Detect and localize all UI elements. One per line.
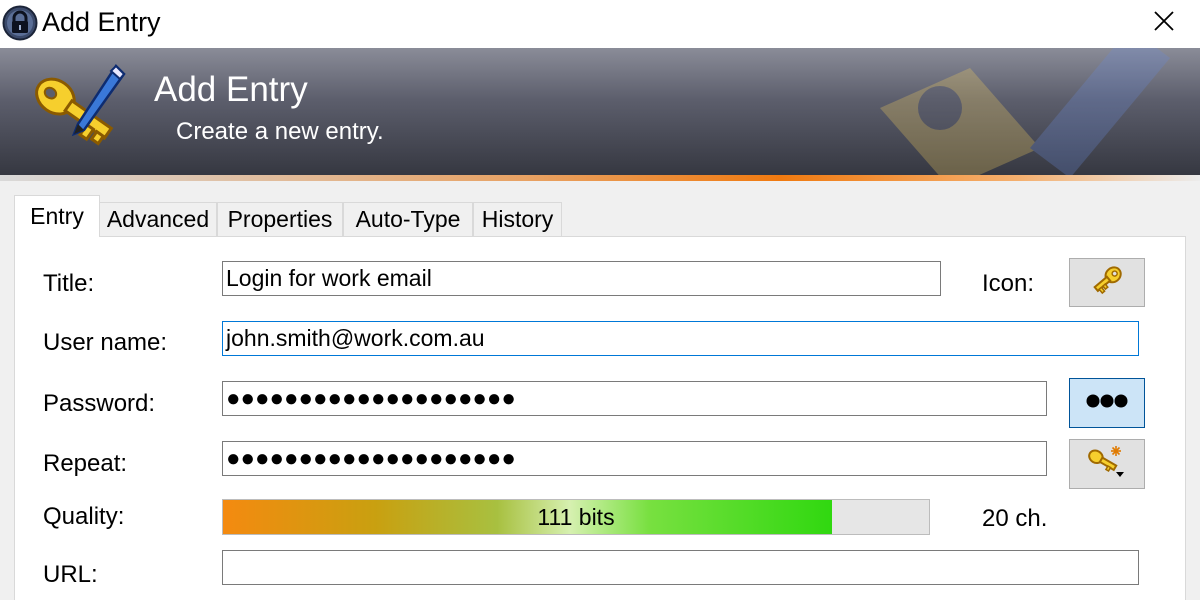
window-titlebar: Add Entry [0,0,1200,48]
show-hide-password-button[interactable] [1069,378,1145,428]
username-field[interactable]: john.smith@work.com.au [222,321,1139,356]
close-button[interactable] [1140,0,1188,46]
icon-picker-button[interactable] [1069,258,1145,307]
url-label: URL: [43,561,98,588]
tab-advanced[interactable]: Advanced [99,202,217,236]
lock-icon [2,5,38,41]
title-label: Title: [43,270,95,297]
key-pencil-watermark-icon [860,48,1200,178]
password-generator-button[interactable] [1069,439,1145,489]
repeat-password-field[interactable]: ●●●●●●●●●●●●●●●●●●●● [222,441,1047,476]
password-label: Password: [43,390,156,417]
url-field[interactable] [222,550,1139,585]
dialog-body: Entry Advanced Properties Auto-Type Hist… [0,181,1200,600]
key-icon [1089,262,1125,303]
username-label: User name: [43,329,168,356]
window-title: Add Entry [42,7,161,37]
password-quality-bar: 111 bits [222,499,930,535]
title-field[interactable]: Login for work email [222,261,941,296]
password-generator-icon [1085,444,1129,485]
icon-label: Icon: [982,270,1035,297]
tab-strip: Entry Advanced Properties Auto-Type Hist… [0,181,1200,237]
header-banner: Add Entry Create a new entry. [0,48,1200,178]
quality-label: Quality: [43,503,125,530]
password-field[interactable]: ●●●●●●●●●●●●●●●●●●●● [222,381,1047,416]
banner-subtitle: Create a new entry. [176,118,384,145]
tab-history[interactable]: History [473,202,562,236]
tab-properties[interactable]: Properties [217,202,343,236]
tab-entry[interactable]: Entry [14,195,100,237]
tab-auto-type[interactable]: Auto-Type [343,202,473,236]
password-quality-text: 111 bits [537,503,615,530]
close-icon [1154,10,1174,36]
password-length-text: 20 ch. [982,505,1048,532]
banner-title: Add Entry [154,70,308,109]
key-pencil-icon [18,60,128,170]
repeat-label: Repeat: [43,450,128,477]
show-hide-password-icon [1085,393,1129,414]
